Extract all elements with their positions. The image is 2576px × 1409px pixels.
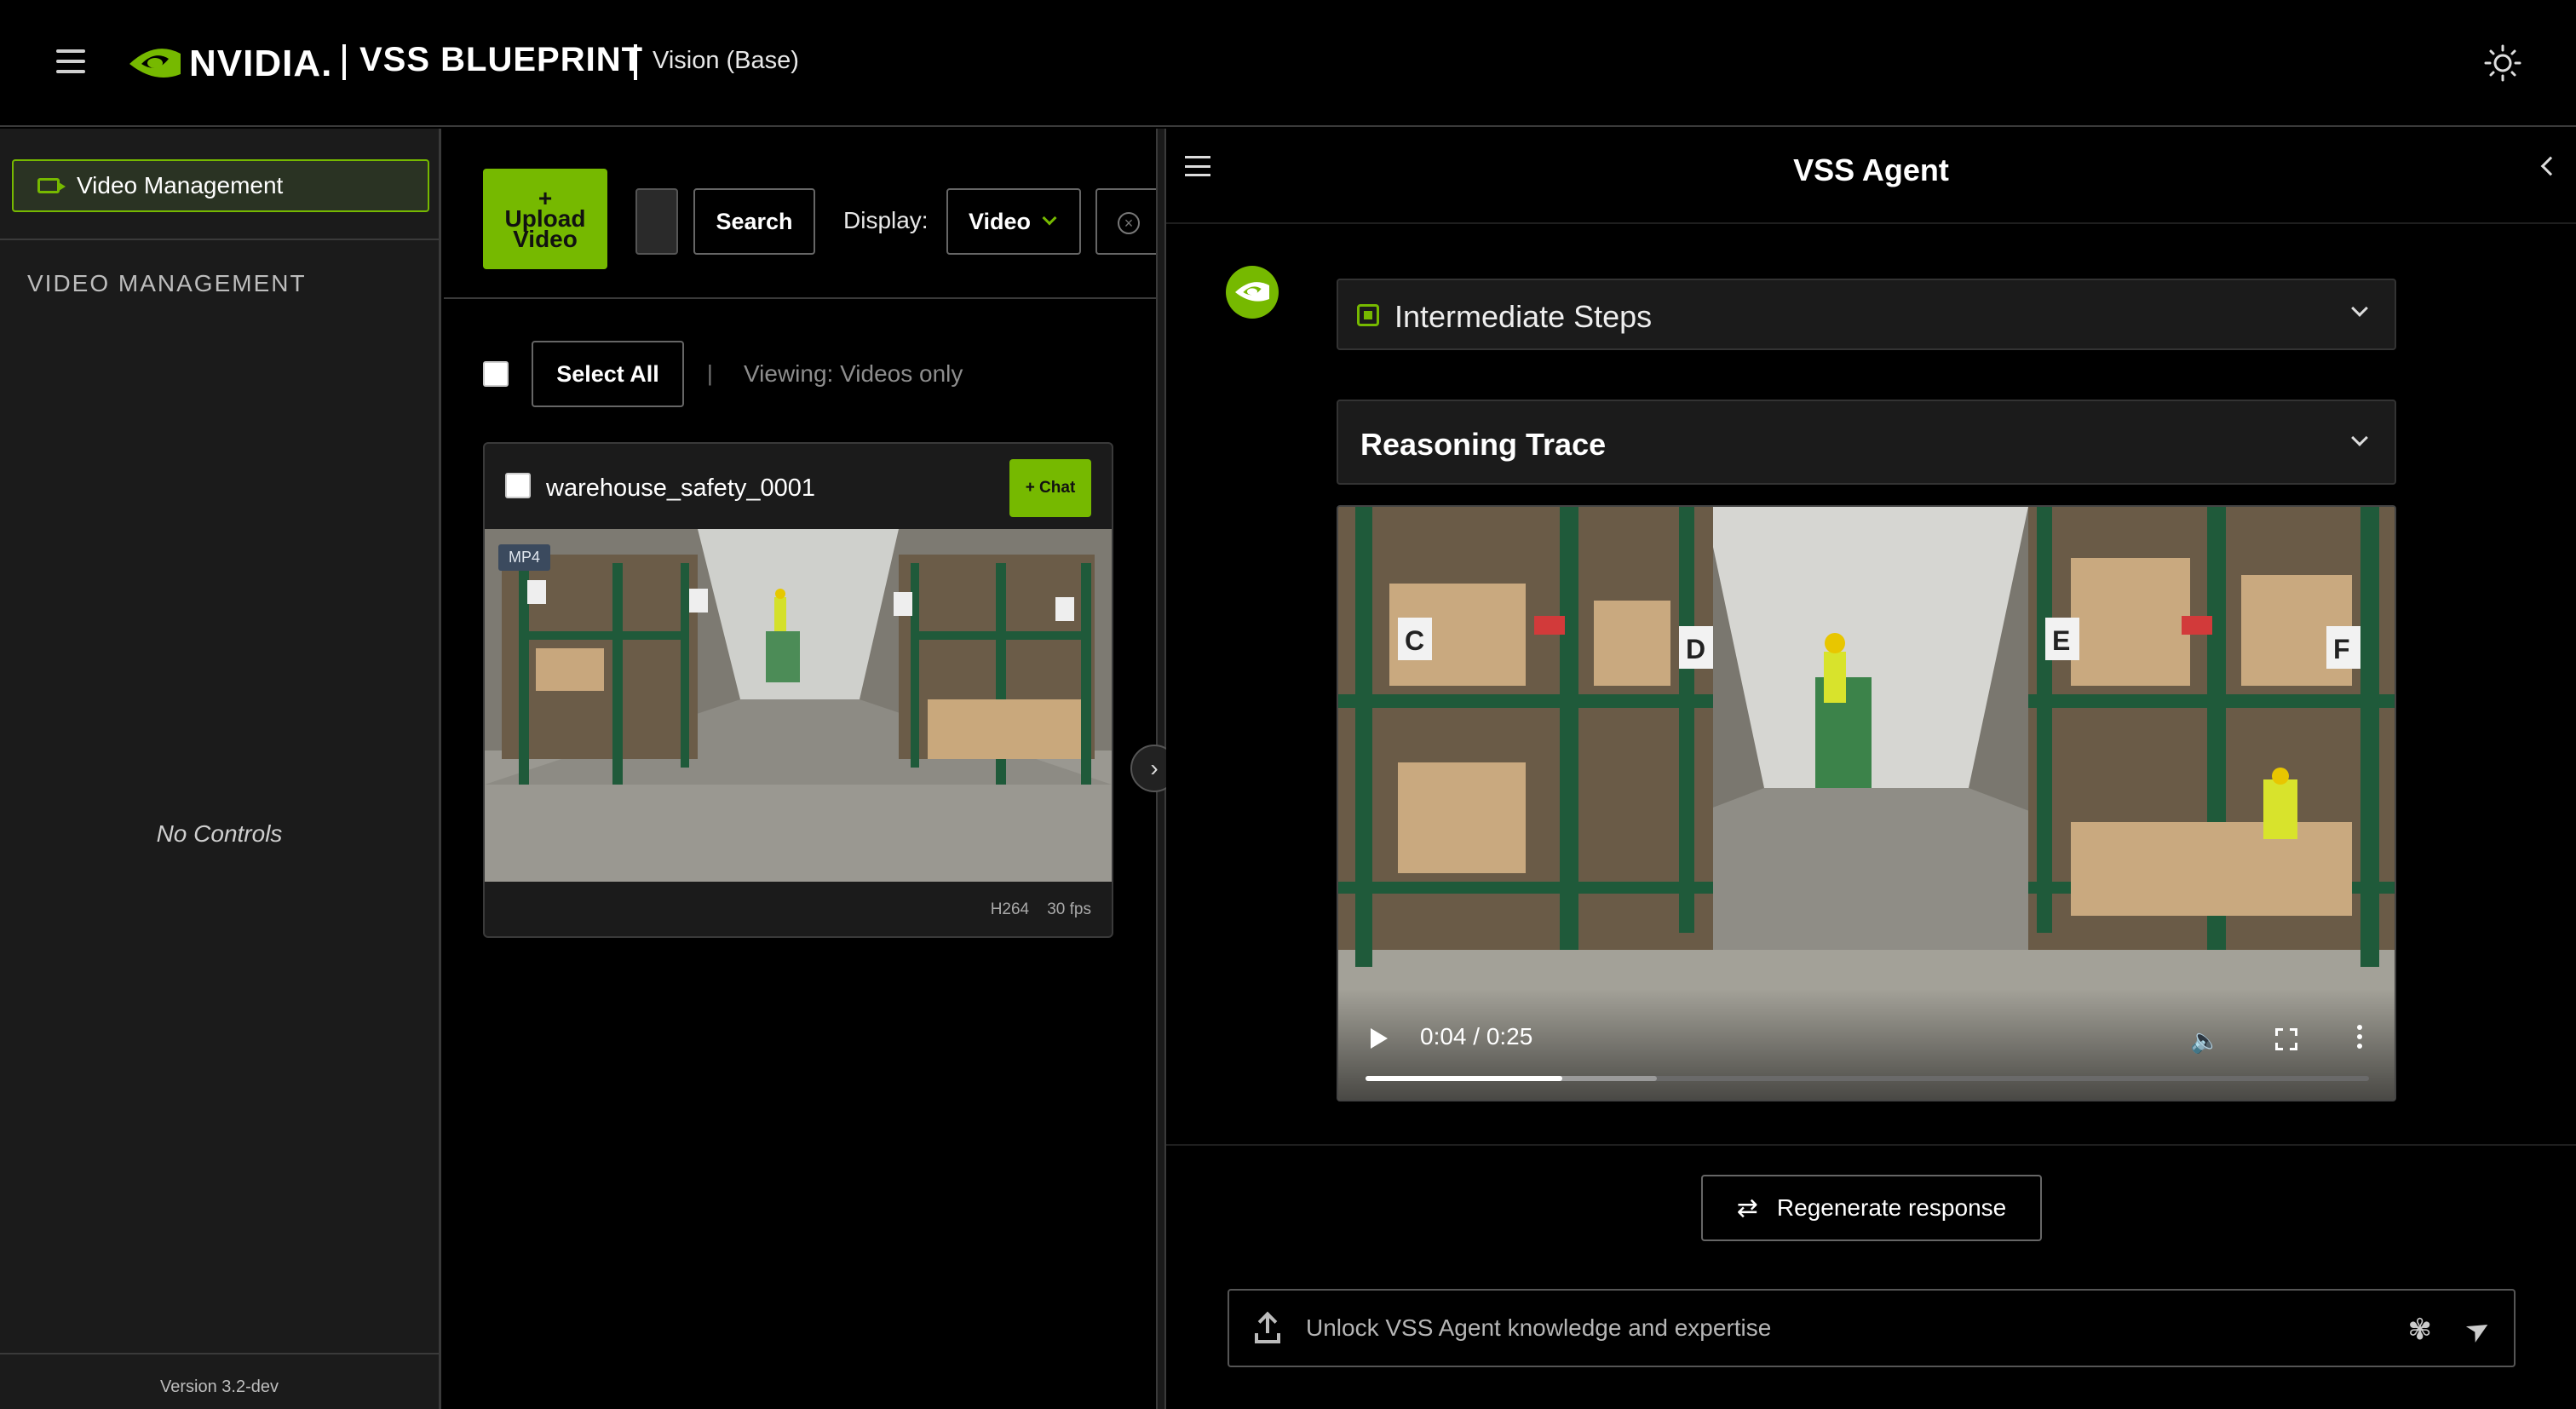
chevron-down-icon xyxy=(2351,300,2368,317)
svg-text:F: F xyxy=(2333,634,2350,664)
nvidia-logo: NVIDIA. xyxy=(129,43,332,85)
video-card-title: warehouse_safety_0001 xyxy=(546,474,816,502)
chevron-down-icon xyxy=(2351,429,2368,446)
header-divider xyxy=(634,44,637,80)
divider xyxy=(1166,1144,2576,1146)
regenerate-label: Regenerate response xyxy=(1776,1194,2007,1221)
refresh-icon: ⇄ xyxy=(1736,1193,1758,1222)
empty-state-text: No Controls xyxy=(156,820,283,847)
search-button[interactable]: Search xyxy=(693,188,815,255)
video-progress-bar[interactable] xyxy=(1366,1076,2369,1081)
display-select-value: Video xyxy=(969,208,1032,234)
chat-button[interactable]: + Chat xyxy=(1009,459,1091,517)
chevron-down-icon xyxy=(1042,210,1057,226)
agent-title: VSS Agent xyxy=(1793,152,1949,187)
format-badge: MP4 xyxy=(498,544,551,571)
more-icon[interactable] xyxy=(2357,1025,2362,1049)
reasoning-trace-accordion[interactable]: Reasoning Trace xyxy=(1337,400,2396,485)
video-management-panel: + Upload Video Search Display: Video × S… xyxy=(444,129,1156,1409)
separator: | xyxy=(707,360,713,386)
fps-label: 30 fps xyxy=(1047,900,1091,918)
clear-filter-button[interactable]: × xyxy=(1095,188,1156,255)
send-icon[interactable]: ➤ xyxy=(2458,1309,2497,1351)
close-circle-icon: × xyxy=(1118,212,1140,234)
brain-icon[interactable]: ✾ xyxy=(2408,1313,2433,1347)
svg-text:E: E xyxy=(2052,625,2070,656)
version-label: Version 3.2-dev xyxy=(160,1377,279,1396)
regenerate-button[interactable]: ⇄ Regenerate response xyxy=(1701,1175,2042,1241)
brand-title: VSS BLUEPRINT xyxy=(359,41,644,78)
select-all-checkbox[interactable] xyxy=(483,361,509,387)
video-player[interactable]: C D E F 0:04 / 0:25 🔈 xyxy=(1337,505,2396,1101)
agent-header: VSS Agent xyxy=(1166,129,2576,224)
nvidia-logo-icon xyxy=(129,49,181,78)
video-card-meta: H264 30 fps xyxy=(991,900,1091,919)
header-divider xyxy=(342,44,346,80)
video-time: 0:04 / 0:25 xyxy=(1420,1023,1533,1050)
upload-video-button[interactable]: + Upload Video xyxy=(483,169,607,269)
sidebar-item-video-management[interactable]: Video Management xyxy=(12,159,429,212)
brand-subtitle: Vision (Base) xyxy=(653,47,799,74)
video-card-checkbox[interactable] xyxy=(505,473,531,498)
agent-panel: VSS Agent Intermediate Steps Reasoning T… xyxy=(1166,129,2576,1409)
divider xyxy=(0,1353,439,1354)
hamburger-icon[interactable] xyxy=(56,49,85,73)
video-played xyxy=(1366,1076,1562,1081)
search-input[interactable] xyxy=(635,188,678,255)
divider xyxy=(0,239,439,240)
reasoning-trace-label: Reasoning Trace xyxy=(1360,427,1607,462)
sidebar-heading: VIDEO MANAGEMENT xyxy=(27,270,307,296)
video-card[interactable]: warehouse_safety_0001 + Chat MP4 H264 30… xyxy=(483,442,1113,938)
svg-text:C: C xyxy=(1405,625,1424,656)
divider xyxy=(444,297,1156,299)
video-controls: 0:04 / 0:25 🔈 xyxy=(1338,989,2395,1100)
chat-input-placeholder: Unlock VSS Agent knowledge and expertise xyxy=(1306,1314,1772,1341)
upload-icon[interactable] xyxy=(1255,1311,1280,1343)
video-thumbnail[interactable]: MP4 xyxy=(485,529,1112,882)
logo-text: NVIDIA. xyxy=(189,43,333,84)
camera-icon xyxy=(37,178,66,193)
codec-label: H264 xyxy=(990,900,1030,918)
intermediate-steps-label: Intermediate Steps xyxy=(1394,299,1653,334)
viewing-status: Viewing: Videos only xyxy=(744,360,963,387)
chat-input[interactable]: Unlock VSS Agent knowledge and expertise… xyxy=(1228,1289,2516,1367)
display-select[interactable]: Video xyxy=(946,188,1081,255)
intermediate-steps-accordion[interactable]: Intermediate Steps xyxy=(1337,279,2396,350)
sidebar-item-label: Video Management xyxy=(77,172,284,198)
left-sidebar: Video Management VIDEO MANAGEMENT No Con… xyxy=(0,129,441,1409)
sun-icon[interactable] xyxy=(2484,44,2521,82)
nvidia-logo-icon xyxy=(1235,282,1269,302)
svg-text:D: D xyxy=(1686,634,1705,664)
fullscreen-icon[interactable] xyxy=(2275,1028,2297,1050)
display-label: Display: xyxy=(843,207,929,233)
app-header: NVIDIA. VSS BLUEPRINT Vision (Base) xyxy=(0,0,2576,127)
agent-avatar xyxy=(1226,266,1279,319)
select-all-button[interactable]: Select All xyxy=(532,341,684,407)
chip-icon xyxy=(1357,304,1379,326)
warehouse-scene xyxy=(485,529,1112,882)
play-icon[interactable] xyxy=(1371,1028,1388,1049)
volume-icon[interactable]: 🔈 xyxy=(2190,1027,2220,1055)
